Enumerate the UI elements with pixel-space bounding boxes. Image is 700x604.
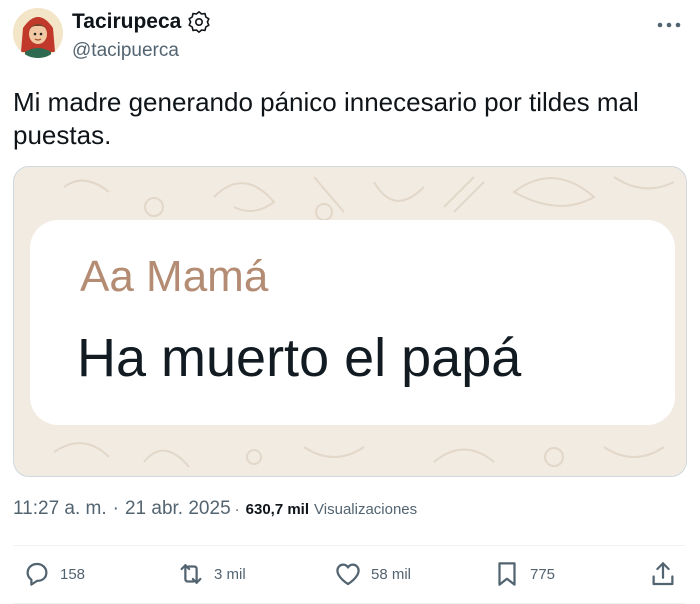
tweet-meta: 11:27 a. m. · 21 abr. 2025 · 630,7 mil V… [13, 498, 417, 520]
action-bar: 158 3 mil 58 mil 775 [0, 548, 700, 604]
tweet-date[interactable]: 21 abr. 2025 [125, 498, 231, 520]
tweet-media-image[interactable]: Aa Mamá Ha muerto el papá [13, 166, 687, 477]
repost-button[interactable]: 3 mil [176, 559, 246, 589]
tweet-time[interactable]: 11:27 a. m. [13, 498, 107, 520]
views-count: 630,7 mil [245, 501, 310, 518]
tweet-text: Mi madre generando pánico innecesario po… [13, 87, 639, 150]
more-options-icon[interactable] [652, 10, 686, 40]
author-name-row: Tacirupeca [72, 10, 211, 34]
author-handle[interactable]: @tacipuerca [72, 40, 179, 62]
display-name[interactable]: Tacirupeca [72, 10, 181, 34]
meta-separator: · [112, 498, 119, 519]
like-button[interactable]: 58 mil [333, 559, 411, 589]
reply-icon [26, 562, 48, 586]
repost-count: 3 mil [214, 565, 246, 583]
verified-badge-icon[interactable] [187, 10, 211, 34]
like-count: 58 mil [371, 565, 412, 583]
bookmark-icon [498, 562, 516, 586]
avatar-illustration [13, 8, 63, 58]
repost-icon [180, 564, 202, 584]
divider [13, 545, 685, 546]
avatar[interactable] [13, 8, 63, 58]
reply-button[interactable]: 158 [22, 559, 85, 589]
like-icon [336, 563, 360, 586]
chat-message-bubble [30, 220, 675, 425]
share-icon [652, 562, 674, 586]
bookmark-count: 775 [530, 565, 556, 583]
message-sender: Aa Mamá [80, 252, 269, 301]
views-label: Visualizaciones [314, 501, 418, 518]
reply-count: 158 [60, 565, 86, 583]
share-button[interactable] [648, 559, 678, 589]
meta-separator: · [234, 501, 240, 518]
bookmark-button[interactable]: 775 [492, 559, 555, 589]
message-text: Ha muerto el papá [77, 328, 522, 388]
